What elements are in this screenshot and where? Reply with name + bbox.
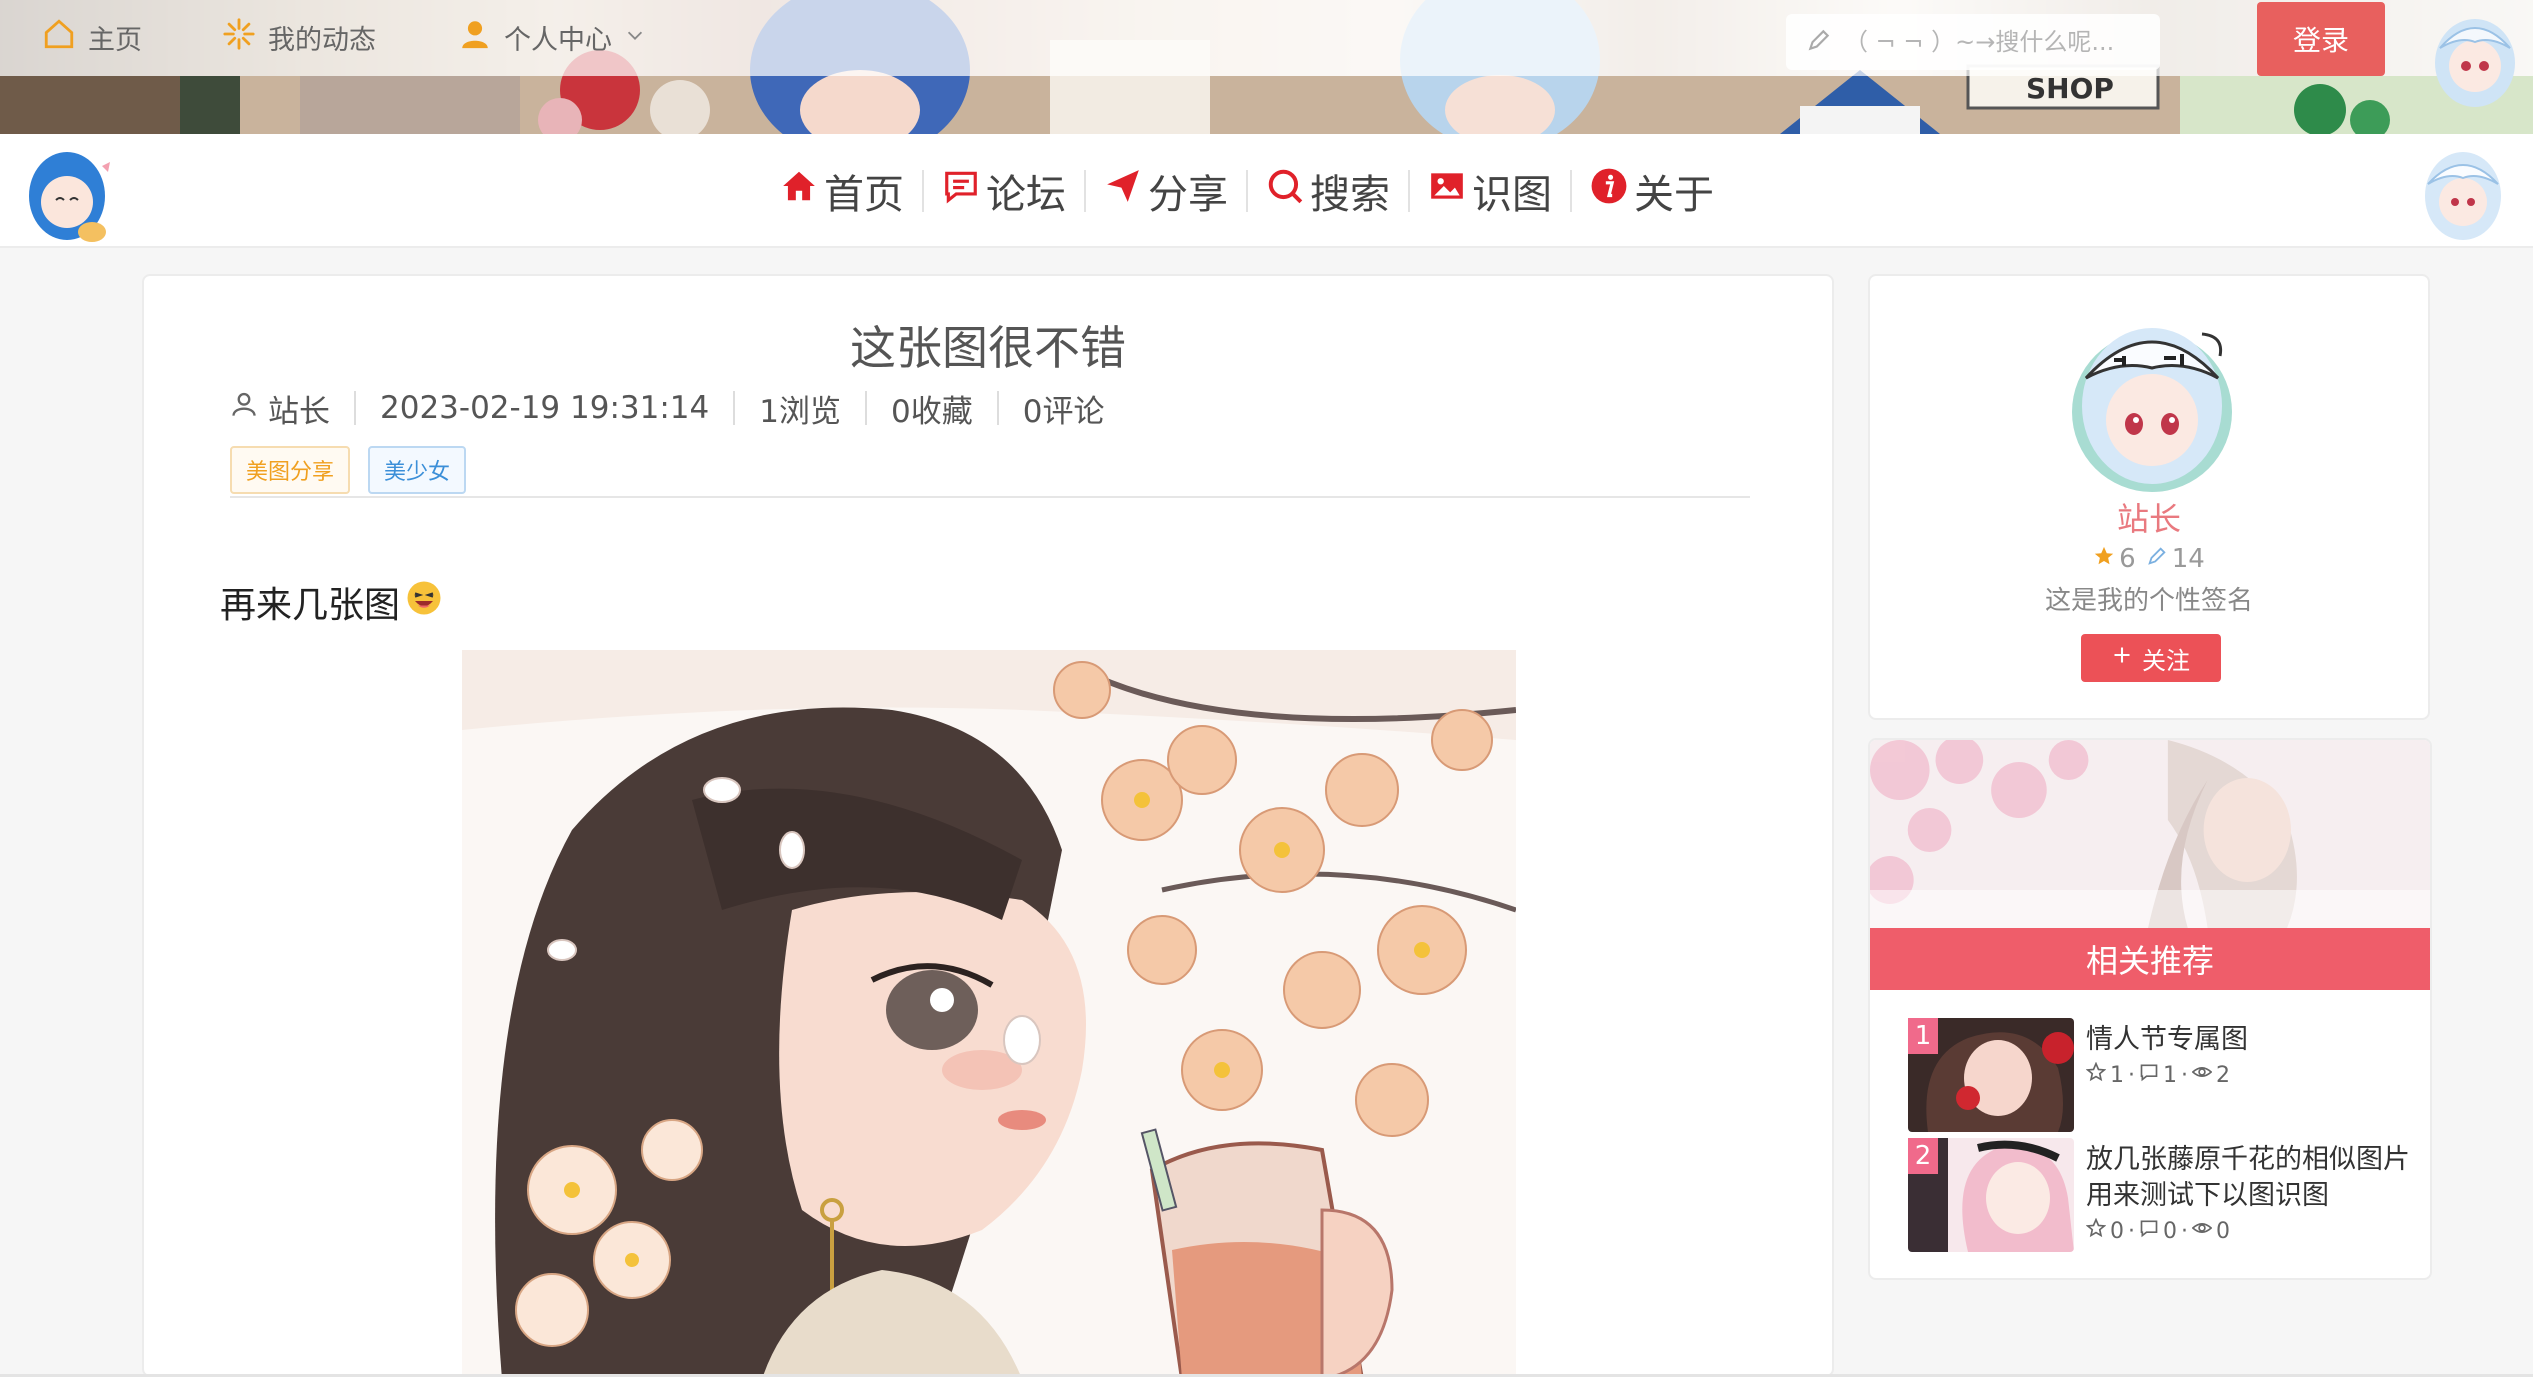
article-author[interactable]: 站长: [230, 386, 354, 431]
home-icon: [780, 167, 818, 215]
main-nav-forum-label: 论坛: [986, 172, 1066, 218]
top-banner: SHOP 主页 我的动态 个人中心 （ ¬ ¬ ）~→搜什么呢... 登录: [0, 0, 2533, 134]
list-item[interactable]: 1 情人节专属图 1 · 1 · 2: [1908, 1018, 2408, 1134]
follow-button-label: 关注: [2142, 647, 2190, 675]
top-nav-activity-label: 我的动态: [268, 24, 376, 56]
paper-plane-icon: [1104, 167, 1142, 215]
mascot-logo[interactable]: [22, 146, 116, 246]
main-nav-image-recognition[interactable]: 识图: [1410, 162, 1570, 220]
top-nav-home[interactable]: 主页: [42, 14, 142, 60]
article-comments: 0评论: [1022, 393, 1105, 430]
article-datetime: 2023-02-19 19:31:14: [380, 390, 710, 426]
user-outline-icon: [230, 390, 258, 426]
main-nav: 首页 论坛 分享 搜索 识图 关于: [0, 134, 2533, 248]
star-outline-icon: [2085, 1061, 2107, 1088]
article-divider: [230, 496, 1750, 498]
top-nav-activity[interactable]: 我的动态: [222, 14, 376, 60]
author-card: 站长 6 14 这是我的个性签名 关注: [1868, 274, 2430, 720]
recommend-item-stats: 1 · 1 · 2: [2085, 1061, 2230, 1088]
follow-button[interactable]: 关注: [2081, 634, 2221, 682]
main-nav-image-recognition-label: 识图: [1472, 172, 1552, 218]
main-nav-about-label: 关于: [1634, 172, 1714, 218]
article-meta: 站长 2023-02-19 19:31:14 1浏览 0收藏 0评论: [230, 386, 1128, 430]
main-nav-home[interactable]: 首页: [762, 162, 922, 220]
author-avatar[interactable]: [2064, 316, 2240, 492]
stats-dot: ·: [2128, 1062, 2135, 1088]
recommend-card: 相关推荐 1 情人节专属图 1 · 1 · 2 2 放几张藤原千花的相似图片用来…: [1868, 738, 2432, 1280]
author-stars-count: 6: [2119, 544, 2136, 574]
main-nav-forum[interactable]: 论坛: [924, 162, 1084, 220]
chevron-down-icon: [624, 22, 646, 53]
main-nav-list: 首页 论坛 分享 搜索 识图 关于: [762, 158, 1732, 224]
tag-pretty-girl[interactable]: 美少女: [368, 446, 467, 494]
top-nav-profile-label: 个人中心: [504, 24, 612, 56]
stats-dot: ·: [2181, 1218, 2188, 1244]
recommend-title: 相关推荐: [1870, 928, 2430, 990]
image-icon: [1428, 167, 1466, 215]
tag-pretty-pictures[interactable]: 美图分享: [230, 446, 351, 494]
author-stats: 6 14: [1870, 544, 2428, 574]
eye-icon: [2191, 1062, 2213, 1088]
recommend-rank: 2: [1908, 1138, 1938, 1174]
plus-icon: [2112, 644, 2132, 672]
top-nav-profile[interactable]: 个人中心: [458, 14, 646, 60]
author-signature: 这是我的个性签名: [2044, 586, 2253, 616]
star-icon: [2093, 544, 2115, 574]
user-icon: [458, 17, 492, 58]
sparkle-icon: [222, 17, 256, 58]
article-illustration[interactable]: [462, 650, 1516, 1377]
recommend-item-favorites: 0: [2110, 1218, 2124, 1244]
recommend-rank: 1: [1908, 1018, 1938, 1054]
stats-dot: ·: [2128, 1218, 2135, 1244]
recommend-item-views: 2: [2216, 1062, 2230, 1088]
mascot-right-image: [2425, 152, 2501, 240]
main-nav-search-label: 搜索: [1310, 172, 1390, 218]
main-nav-about[interactable]: 关于: [1572, 162, 1732, 220]
main-nav-share-label: 分享: [1148, 172, 1228, 218]
top-nav-home-label: 主页: [88, 24, 142, 56]
list-item[interactable]: 2 放几张藤原千花的相似图片用来测试下以图识图 0 · 0 · 0: [1908, 1138, 2410, 1254]
avatar[interactable]: [2430, 8, 2520, 118]
recommend-item-views: 0: [2216, 1218, 2230, 1244]
eye-icon: [2191, 1218, 2213, 1244]
author-name[interactable]: 站长: [1870, 494, 2428, 540]
article-tags: 美图分享 美少女: [230, 446, 467, 494]
article-favorites: 0收藏: [890, 393, 973, 430]
info-icon: [1590, 167, 1628, 215]
search-icon: [1266, 167, 1304, 215]
article-body-line: 再来几张图: [220, 585, 401, 626]
recommend-item-title[interactable]: 放几张藤原千花的相似图片用来测试下以图识图: [2086, 1142, 2416, 1214]
stats-dot: ·: [2181, 1062, 2188, 1088]
article-body-text: 再来几张图: [220, 576, 442, 628]
recommend-item-title[interactable]: 情人节专属图: [2086, 1022, 2416, 1058]
main-nav-search[interactable]: 搜索: [1248, 162, 1408, 220]
comment-icon: [2139, 1062, 2159, 1088]
pen-icon: [1806, 27, 1832, 57]
star-outline-icon: [2085, 1217, 2107, 1244]
main-nav-share[interactable]: 分享: [1086, 162, 1246, 220]
article-views: 1浏览: [759, 393, 841, 430]
grinning-emoji-icon: [406, 580, 442, 625]
article-card: 这张图很不错 站长 2023-02-19 19:31:14 1浏览 0收藏 0评…: [142, 274, 1834, 1377]
search-input[interactable]: [1844, 28, 2154, 56]
top-nav: 主页 我的动态 个人中心 登录: [0, 0, 2533, 76]
pen-icon: [2146, 544, 2168, 574]
home-icon: [42, 17, 76, 58]
login-button[interactable]: 登录: [2257, 2, 2385, 76]
message-icon: [942, 167, 980, 215]
article-title: 这张图很不错: [850, 321, 1126, 375]
recommend-item-comments: 0: [2163, 1218, 2177, 1244]
search-box: [1786, 14, 2160, 70]
recommend-item-favorites: 1: [2110, 1062, 2124, 1088]
main-nav-home-label: 首页: [824, 172, 904, 218]
recommend-banner-image: [1870, 740, 2430, 928]
article-author-name: 站长: [268, 393, 330, 430]
shop-sign-text: SHOP: [2026, 72, 2114, 105]
recommend-item-stats: 0 · 0 · 0: [2085, 1217, 2230, 1244]
author-posts-count: 14: [2171, 544, 2205, 574]
comment-icon: [2139, 1218, 2159, 1244]
recommend-item-comments: 1: [2163, 1062, 2177, 1088]
